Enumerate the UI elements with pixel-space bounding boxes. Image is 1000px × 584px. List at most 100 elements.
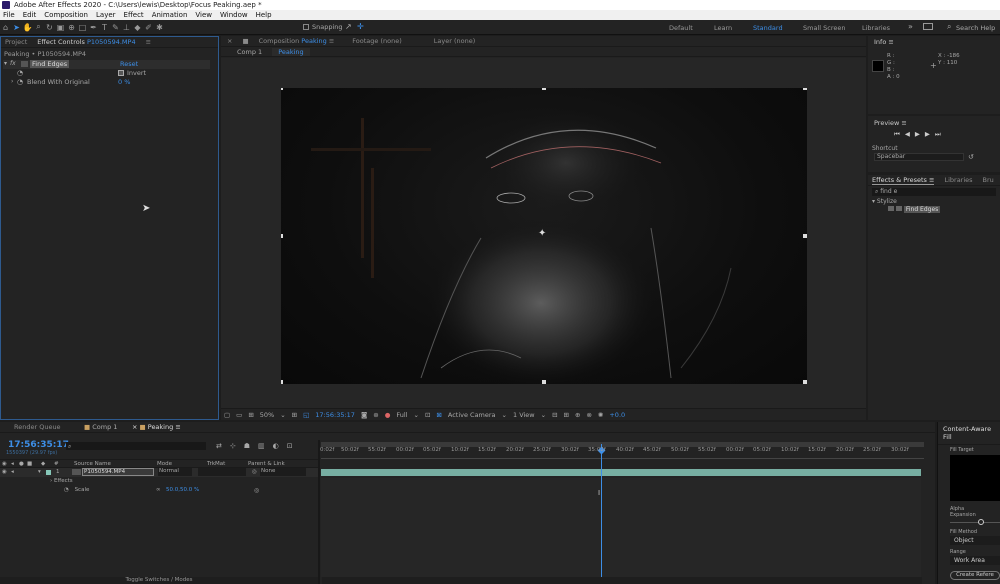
- draft-3d-icon[interactable]: ⊹: [230, 442, 236, 450]
- menu-view[interactable]: View: [195, 10, 212, 20]
- tab-effects-presets[interactable]: Effects & Presets ≡: [872, 176, 935, 185]
- stopwatch-icon[interactable]: ◔: [64, 487, 69, 493]
- zoom-dropdown[interactable]: 50%: [260, 411, 274, 419]
- camera-tool-icon[interactable]: ▣: [55, 23, 66, 32]
- column-mode[interactable]: Mode: [157, 461, 172, 467]
- tab-render-queue[interactable]: Render Queue: [14, 423, 84, 431]
- transform-handle[interactable]: [281, 234, 283, 238]
- fast-preview-icon[interactable]: ⊟: [552, 411, 557, 419]
- current-time[interactable]: 17:56:35:17: [315, 411, 355, 419]
- tab-brushes[interactable]: Bru: [983, 176, 994, 184]
- caf-title[interactable]: Content-Aware Fill: [938, 422, 1000, 445]
- composition-mini-flowchart-icon[interactable]: ⇄: [216, 442, 222, 450]
- pen-tool-icon[interactable]: ✒: [88, 23, 99, 32]
- slider-thumb[interactable]: [978, 519, 984, 525]
- search-help-label[interactable]: Search Help: [956, 24, 995, 32]
- category-stylize[interactable]: ▾ Stylize: [868, 198, 1000, 205]
- tab-peaking[interactable]: × ■ Peaking ≡: [132, 423, 202, 431]
- layer-duration-bar[interactable]: [321, 469, 921, 476]
- column-parent-link[interactable]: Parent & Link: [248, 461, 285, 467]
- guides-icon[interactable]: ◱: [303, 411, 309, 419]
- anchor-point-icon[interactable]: ✦: [538, 229, 546, 239]
- puppet-tool-icon[interactable]: ✱: [154, 23, 165, 32]
- audio-icon[interactable]: ◂: [11, 469, 14, 475]
- stopwatch-icon[interactable]: ◔: [17, 69, 23, 77]
- frame-blending-icon[interactable]: ▥: [258, 442, 265, 450]
- brush-tool-icon[interactable]: ✎: [110, 23, 121, 32]
- pickwhip-icon[interactable]: ◎: [252, 469, 257, 475]
- region-of-interest-icon[interactable]: ▢: [224, 411, 230, 419]
- 3d-view-icon[interactable]: ⊠: [436, 411, 441, 419]
- close-icon[interactable]: ×: [227, 37, 232, 45]
- transform-handle[interactable]: [542, 88, 546, 90]
- effect-result-name[interactable]: Find Edges: [903, 206, 941, 213]
- camera-dropdown[interactable]: Active Camera: [448, 411, 496, 419]
- fx-icon[interactable]: fx: [10, 60, 16, 67]
- breadcrumb-comp-1[interactable]: Comp 1: [237, 48, 262, 56]
- home-icon[interactable]: ⌂: [0, 23, 11, 32]
- selection-tool-icon[interactable]: ➤: [11, 23, 22, 32]
- show-snapshot-icon[interactable]: ⊛: [373, 411, 378, 419]
- timeline-graph-area[interactable]: [321, 478, 921, 577]
- tab-libraries[interactable]: Libraries: [944, 176, 972, 184]
- menu-edit[interactable]: Edit: [23, 10, 37, 20]
- clone-stamp-tool-icon[interactable]: ⊥: [121, 23, 132, 32]
- disclosure-down-icon[interactable]: ▾: [4, 60, 7, 67]
- timeline-icon[interactable]: ⊞: [564, 411, 569, 419]
- tab-project[interactable]: Project: [5, 38, 27, 46]
- workspace-small-screen[interactable]: Small Screen: [803, 24, 845, 32]
- time-ruler[interactable]: [321, 453, 924, 459]
- hand-tool-icon[interactable]: ✋: [22, 23, 33, 32]
- timeline-current-time[interactable]: 17:56:35:17: [8, 440, 69, 450]
- motion-blur-icon[interactable]: ◐: [273, 442, 279, 450]
- menu-effect[interactable]: Effect: [124, 10, 144, 20]
- magnification-icon[interactable]: ⊞: [248, 411, 253, 419]
- effects-group[interactable]: › Effects: [50, 478, 73, 484]
- roto-brush-tool-icon[interactable]: ✐: [143, 23, 154, 32]
- zoom-tool-icon[interactable]: ⌕: [33, 22, 44, 32]
- transform-handle[interactable]: [803, 88, 807, 90]
- shy-icon[interactable]: ☗: [244, 442, 250, 450]
- menu-composition[interactable]: Composition: [44, 10, 88, 20]
- create-reference-frame-button[interactable]: Create Refere: [950, 571, 1000, 580]
- menu-help[interactable]: Help: [256, 10, 272, 20]
- menu-layer[interactable]: Layer: [96, 10, 116, 20]
- constrain-proportions-icon[interactable]: ∞: [156, 487, 161, 493]
- toggle-switches-modes[interactable]: Toggle Switches / Modes: [0, 577, 318, 584]
- menu-window[interactable]: Window: [220, 10, 248, 20]
- menu-animation[interactable]: Animation: [152, 10, 188, 20]
- breadcrumb-peaking[interactable]: Peaking: [272, 47, 310, 56]
- workspace-learn[interactable]: Learn: [714, 24, 732, 32]
- tab-effect-controls[interactable]: Effect Controls P1050594.MP4: [37, 38, 135, 46]
- eye-icon[interactable]: ◉: [2, 469, 7, 475]
- tab-composition[interactable]: Composition Peaking ≡: [259, 37, 335, 45]
- channel-icon[interactable]: ●: [385, 411, 391, 419]
- monitor-icon[interactable]: ▭: [236, 411, 242, 419]
- comp-flow-icon[interactable]: ⊗: [586, 411, 591, 419]
- workspace-libraries[interactable]: Libraries: [862, 24, 890, 32]
- pan-behind-tool-icon[interactable]: ⊕: [66, 23, 77, 32]
- rectangle-tool-icon[interactable]: □: [77, 23, 88, 32]
- snapping-checkbox[interactable]: [303, 24, 309, 30]
- menu-file[interactable]: File: [3, 10, 15, 20]
- rotate-tool-icon[interactable]: ↻: [44, 23, 55, 32]
- disclosure-down-icon[interactable]: ▾: [38, 469, 41, 475]
- disclosure-right-icon[interactable]: ›: [11, 78, 13, 85]
- tab-comp-1[interactable]: ■ Comp 1: [84, 423, 132, 431]
- timeline-zoom-bar[interactable]: [322, 577, 922, 584]
- transparency-grid-icon[interactable]: ⊡: [425, 411, 430, 419]
- tab-layer[interactable]: Layer (none): [434, 37, 475, 45]
- workspace-standard[interactable]: Standard: [753, 24, 783, 32]
- exposure-value[interactable]: +0.0: [609, 411, 625, 419]
- current-time-indicator[interactable]: [601, 444, 602, 584]
- first-frame-icon[interactable]: ⏮: [894, 130, 900, 139]
- type-tool-icon[interactable]: T: [99, 23, 110, 32]
- column-trkmat[interactable]: TrkMat: [207, 461, 225, 467]
- pickwhip-icon[interactable]: ◎: [254, 487, 259, 494]
- parent-dropdown[interactable]: None: [260, 468, 306, 476]
- search-icon[interactable]: ⌕: [947, 22, 951, 32]
- graph-editor-icon[interactable]: ⊡: [287, 442, 293, 450]
- transform-handle[interactable]: [542, 380, 546, 384]
- resolution-dropdown[interactable]: Full: [396, 411, 407, 419]
- range-dropdown[interactable]: Work Area: [950, 556, 1000, 565]
